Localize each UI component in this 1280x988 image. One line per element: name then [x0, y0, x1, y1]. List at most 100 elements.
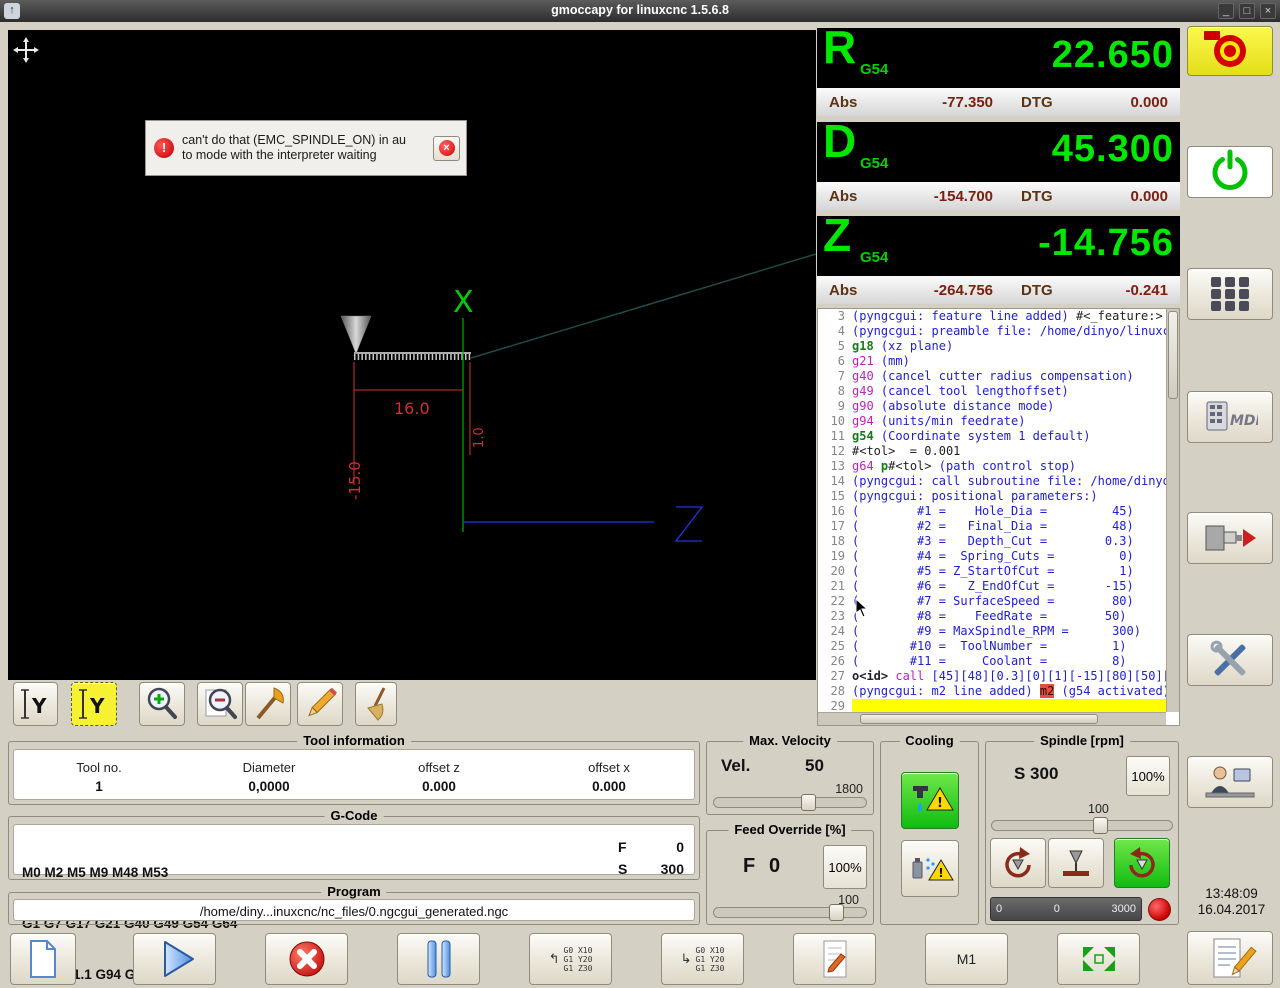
spindle-right-button[interactable] [1114, 838, 1170, 888]
user-login-button[interactable] [1187, 756, 1273, 808]
gcode-line[interactable]: 11 g54 (Coordinate system 1 default) [818, 429, 1166, 444]
spindle-reset-button[interactable]: 100% [1126, 756, 1170, 796]
spindle-frame: Spindle [rpm] S 300 100% 100 0 0 3000 [985, 733, 1179, 925]
gcode-line[interactable]: 21 ( #6 = Z_EndOfCut = -15) [818, 579, 1166, 594]
edit-button[interactable] [297, 682, 343, 726]
gcode-line[interactable]: 20 ( #5 = Z_StartOfCut = 1) [818, 564, 1166, 579]
line-number: 18 [830, 534, 845, 548]
edit-page-icon [823, 940, 846, 978]
mdi-button[interactable]: MDI [1187, 391, 1273, 443]
horizontal-scrollbar[interactable] [818, 712, 1166, 725]
tools-settings-button[interactable] [1187, 634, 1273, 686]
dro-axis-r[interactable]: R G54 22.650 Abs -77.350 DTG 0.000 [817, 21, 1180, 116]
cooling-frame: Cooling ! ! [880, 733, 979, 925]
mist-button[interactable]: ! [901, 840, 959, 897]
max-velocity-slider[interactable] [713, 794, 867, 811]
dimension-y-toggle-button[interactable]: Y [71, 682, 117, 726]
spindle-left-button[interactable] [990, 838, 1046, 888]
notes-button[interactable] [1187, 931, 1273, 985]
gcode-line[interactable]: 26 ( #11 = Coolant = 8) [818, 654, 1166, 669]
gcode-line[interactable]: 10 g94 (units/min feedrate) [818, 414, 1166, 429]
axis-value: -14.756 [1038, 222, 1174, 264]
slider-thumb[interactable] [1093, 817, 1108, 834]
titlebar: ↑ gmoccapy for linuxcnc 1.5.6.8 _ □ × [0, 0, 1280, 22]
mouse-cursor [855, 597, 869, 623]
gcode-listing[interactable]: 3 (pyngcgui: feature line added) #<_featu… [817, 308, 1180, 726]
setup-page-button[interactable] [1187, 512, 1273, 564]
gcode-line[interactable]: 7 g40 (cancel cutter radius compensation) [818, 369, 1166, 384]
gcode-line[interactable]: 4 (pyngcgui: preamble file: /home/dinyo/l… [818, 324, 1166, 339]
flood-button[interactable]: ! [901, 772, 959, 829]
run-from-line-button[interactable]: ↰ G0 X10 G1 Y20 G1 Z30 [529, 933, 612, 985]
gcode-line[interactable]: 22 ( #7 = SurfaceSpeed = 80) [818, 594, 1166, 609]
frame-title: Max. Velocity [743, 733, 837, 748]
window-title: gmoccapy for linuxcnc 1.5.6.8 [551, 3, 729, 17]
line-number: 12 [830, 444, 845, 458]
dimension-y-button[interactable]: Y [13, 682, 58, 726]
run-to-line-button[interactable]: ↳ G0 X10 G1 Y20 G1 Z30 [661, 933, 744, 985]
fullscreen-icon [1082, 947, 1115, 971]
open-file-button[interactable] [10, 933, 76, 985]
fullscreen-button[interactable] [1057, 933, 1140, 985]
frame-title: Cooling [899, 733, 960, 748]
stop-button[interactable] [265, 933, 348, 985]
popup-close-button[interactable]: × [433, 135, 460, 161]
clear-plot-button[interactable] [355, 682, 397, 726]
pause-button[interactable] [397, 933, 480, 985]
close-button[interactable]: × [1260, 3, 1276, 19]
tool-info-label: Diameter [242, 760, 296, 775]
line-text: (pyngcgui: call subroutine file: /home/d… [852, 474, 1166, 488]
gcode-line[interactable]: 27 o<id> call [45][48][0.3][0][1][-15][80… [818, 669, 1166, 684]
spindle-override-slider[interactable] [991, 817, 1173, 834]
feed-override-slider[interactable] [713, 904, 867, 921]
gcode-line[interactable]: 8 g49 (cancel tool lengthoffset) [818, 384, 1166, 399]
line-number: 8 [837, 384, 845, 398]
line-number: 23 [830, 609, 845, 623]
gcode-line[interactable]: 12 #<tol> = 0.001 [818, 444, 1166, 459]
line-text [852, 699, 1166, 712]
dro-axis-d[interactable]: D G54 45.300 Abs -154.700 DTG 0.000 [817, 115, 1180, 210]
zoom-in-button[interactable] [139, 682, 185, 726]
machine-on-button[interactable] [1187, 146, 1273, 198]
gcode-line[interactable]: 24 ( #9 = MaxSpindle_RPM = 300) [818, 624, 1166, 639]
gcode-line[interactable]: 23 ( #8 = FeedRate = 50) [818, 609, 1166, 624]
tool-info-value: 0.000 [592, 779, 626, 794]
gcode-line[interactable]: 16 ( #1 = Hole_Dia = 45) [818, 504, 1166, 519]
spindle-slider-value: 100 [1088, 802, 1109, 816]
line-text: ( #9 = MaxSpindle_RPM = 300) [852, 624, 1141, 638]
scrollbar-thumb[interactable] [860, 714, 1098, 724]
gcode-line[interactable]: 6 g21 (mm) [818, 354, 1166, 369]
slider-thumb[interactable] [828, 904, 844, 921]
gcode-line[interactable]: 5 g18 (xz plane) [818, 339, 1166, 354]
gcode-line[interactable]: 17 ( #2 = Final_Dia = 48) [818, 519, 1166, 534]
vertical-scrollbar[interactable] [1166, 309, 1179, 712]
spindle-stop-button[interactable] [1048, 838, 1104, 888]
minimize-button[interactable]: _ [1218, 3, 1234, 19]
line-number: 16 [830, 504, 845, 518]
axis-abs-dtg: Abs -264.756 DTG -0.241 [817, 276, 1180, 304]
gcode-line[interactable]: 13 g64 p#<tol> (path control stop) [818, 459, 1166, 474]
estop-button[interactable] [1187, 26, 1273, 76]
dro-axis-z[interactable]: Z G54 -14.756 Abs -264.756 DTG -0.241 [817, 209, 1180, 304]
slider-thumb[interactable] [801, 794, 817, 811]
gcode-line[interactable]: 25 ( #10 = ToolNumber = 1) [818, 639, 1166, 654]
gcode-line[interactable]: 19 ( #4 = Spring_Cuts = 0) [818, 549, 1166, 564]
gcode-line[interactable]: 18 ( #3 = Depth_Cut = 0.3) [818, 534, 1166, 549]
optional-stop-button[interactable]: M1 [925, 933, 1008, 985]
gcode-line[interactable]: 3 (pyngcgui: feature line added) #<_featu… [818, 309, 1166, 324]
gcode-line[interactable]: 14 (pyngcgui: call subroutine file: /home… [818, 474, 1166, 489]
tool-editor-button[interactable] [245, 682, 291, 726]
edit-program-button[interactable] [793, 933, 876, 985]
gcode-line[interactable]: 15 (pyngcgui: positional parameters:) [818, 489, 1166, 504]
gremlin-preview[interactable]: X 16.0 -15.0 1.0 ! can't do that (EMC_SP… [8, 30, 817, 680]
keyboard-grid-button[interactable] [1187, 268, 1273, 320]
run-button[interactable] [133, 933, 216, 985]
line-number: 9 [837, 399, 845, 413]
gcode-line[interactable]: 28 (pyngcgui: m2 line added) m2 (g54 acti… [818, 684, 1166, 699]
zoom-out-button[interactable] [197, 682, 243, 726]
maximize-button[interactable]: □ [1239, 3, 1255, 19]
gcode-line[interactable]: 9 g90 (absolute distance mode) [818, 399, 1166, 414]
gcode-line[interactable]: 29 [818, 699, 1166, 712]
feed-reset-button[interactable]: 100% [823, 845, 867, 889]
scrollbar-thumb[interactable] [1168, 311, 1178, 399]
